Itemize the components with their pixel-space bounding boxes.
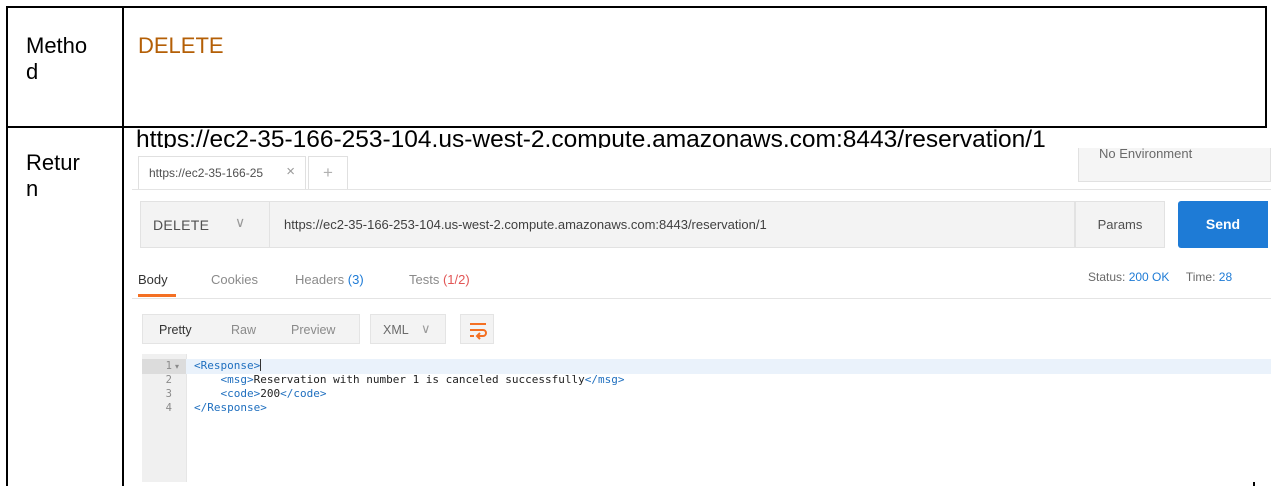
xml-tag: </code> [280, 387, 327, 400]
wrap-lines-icon [470, 323, 487, 340]
time-value: 28 [1218, 270, 1233, 284]
text-caret [260, 359, 262, 371]
language-select-label: XML [383, 323, 409, 337]
params-button[interactable]: Params [1075, 201, 1165, 248]
response-tabs: Body Cookies Headers (3) Tests (1/2) Sta… [132, 260, 1271, 299]
tab-cookies[interactable]: Cookies [211, 272, 258, 287]
response-editor[interactable]: 1 ▾ 2 3 4 <Response> <msg>Reservation wi… [142, 354, 1271, 482]
url-input-value: https://ec2-35-166-253-104.us-west-2.com… [284, 217, 767, 232]
code-line: <Response> [194, 359, 262, 372]
send-button[interactable]: Send [1178, 201, 1268, 248]
line-number: 2 [165, 374, 172, 386]
chevron-down-icon: ∨ [235, 214, 246, 230]
xml-text: 200 [260, 387, 281, 400]
preview-button[interactable]: Preview [291, 323, 335, 337]
environment-selector[interactable]: No Environment [1078, 148, 1271, 182]
tab-tests[interactable]: Tests (1/2) [409, 272, 470, 287]
active-tab-indicator [138, 294, 176, 297]
close-icon[interactable]: × [286, 163, 295, 180]
method-select[interactable]: DELETE ∨ [140, 201, 270, 248]
fold-toggle-icon[interactable]: ▾ [175, 362, 179, 371]
return-label: Retur n [26, 150, 80, 201]
xml-tag: <Response> [194, 359, 261, 372]
method-value: DELETE [138, 33, 224, 58]
line-number: 4 [165, 402, 172, 414]
request-tab-label: https://ec2-35-166-25 [149, 166, 264, 180]
status-label: Status: [1088, 270, 1126, 284]
language-select[interactable]: XML ∨ [370, 314, 446, 344]
status-value: 200 OK [1128, 270, 1170, 284]
response-status: Status: 200 OK Time: 28 [1088, 270, 1232, 284]
environment-label: No Environment [1099, 148, 1193, 161]
new-tab-button[interactable]: + [308, 156, 348, 189]
code-line: <code>200</code> [194, 387, 327, 400]
request-bar: DELETE ∨ https://ec2-35-166-253-104.us-w… [140, 201, 1271, 248]
time-label: Time: [1185, 270, 1216, 284]
tab-body[interactable]: Body [138, 272, 168, 287]
tab-headers-label: Headers [295, 272, 345, 287]
table-border-right [1265, 6, 1267, 127]
tests-count: (1/2) [442, 272, 470, 287]
code-line: <msg>Reservation with number 1 is cancel… [194, 373, 625, 386]
table-column-divider [122, 6, 124, 486]
wrap-lines-button[interactable] [460, 314, 494, 344]
line-number: 1 [165, 360, 172, 372]
method-label: Metho d [26, 33, 88, 84]
raw-button[interactable]: Raw [231, 323, 256, 337]
line-number: 3 [165, 388, 172, 400]
method-select-label: DELETE [153, 217, 210, 233]
tab-tests-label: Tests [409, 272, 440, 287]
xml-tag: </Response> [194, 401, 267, 414]
xml-text: Reservation with number 1 is canceled su… [253, 373, 585, 386]
view-mode-group: Pretty Raw Preview [142, 314, 360, 344]
active-line-highlight [186, 359, 1271, 374]
headers-count: (3) [347, 272, 364, 287]
tab-headers[interactable]: Headers (3) [295, 272, 364, 287]
xml-tag: <code> [220, 387, 261, 400]
xml-tag: <msg> [220, 373, 254, 386]
url-input[interactable]: https://ec2-35-166-253-104.us-west-2.com… [270, 201, 1075, 248]
xml-tag: </msg> [584, 373, 625, 386]
chevron-down-icon: ∨ [421, 321, 431, 336]
request-tab[interactable]: https://ec2-35-166-25 × [138, 156, 306, 189]
table-border-top [6, 6, 1267, 8]
pretty-button[interactable]: Pretty [159, 323, 192, 337]
code-line: </Response> [194, 401, 267, 414]
postman-screenshot: https://ec2-35-166-25 × + No Environment… [132, 148, 1271, 482]
table-border-left [6, 6, 8, 486]
request-tab-bar: https://ec2-35-166-25 × + No Environment [132, 148, 1271, 190]
